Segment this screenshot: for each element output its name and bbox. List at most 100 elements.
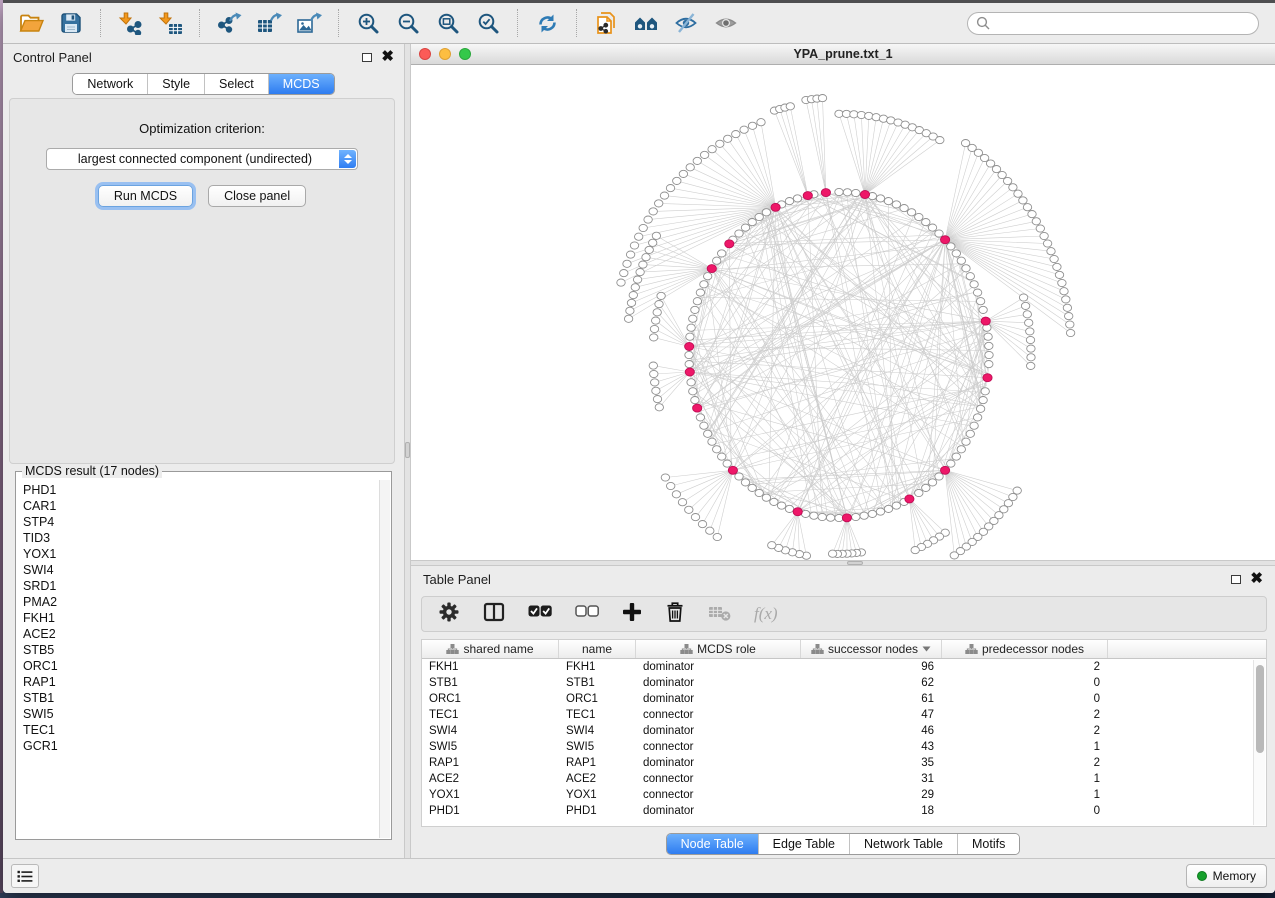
- graph-node[interactable]: [1019, 294, 1027, 301]
- graph-node[interactable]: [928, 224, 936, 231]
- tab-select[interactable]: Select: [204, 74, 268, 94]
- graph-node[interactable]: [826, 514, 834, 521]
- graph-node[interactable]: [698, 521, 706, 528]
- graph-node[interactable]: [865, 112, 873, 119]
- graph-node[interactable]: [620, 270, 628, 277]
- import-network-button[interactable]: [110, 6, 150, 40]
- graph-node[interactable]: [635, 233, 643, 240]
- table-settings-button[interactable]: [438, 601, 460, 628]
- graph-node[interactable]: [718, 250, 726, 257]
- graph-node[interactable]: [785, 198, 793, 205]
- graph-node[interactable]: [984, 333, 992, 340]
- graph-node[interactable]: [1025, 319, 1033, 326]
- zoom-out-button[interactable]: [388, 6, 428, 40]
- graph-node[interactable]: [935, 230, 943, 237]
- graph-node[interactable]: [631, 284, 639, 291]
- mcds-hub-node[interactable]: [728, 466, 737, 474]
- mcds-result-item[interactable]: TID3: [23, 530, 378, 546]
- graph-node[interactable]: [835, 188, 843, 195]
- graph-node[interactable]: [979, 397, 987, 404]
- graph-node[interactable]: [666, 185, 674, 192]
- mcds-result-item[interactable]: PHD1: [23, 482, 378, 498]
- graph-node[interactable]: [691, 514, 699, 521]
- graph-node[interactable]: [952, 453, 960, 460]
- zoom-fit-button[interactable]: [428, 6, 468, 40]
- mcds-hub-node[interactable]: [793, 508, 802, 516]
- graph-node[interactable]: [1003, 177, 1011, 184]
- zoom-selected-button[interactable]: [468, 6, 508, 40]
- mcds-hub-node[interactable]: [941, 466, 950, 474]
- graph-node[interactable]: [741, 479, 749, 486]
- export-network-button[interactable]: [209, 6, 249, 40]
- show-column-button[interactable]: [483, 602, 505, 627]
- graph-node[interactable]: [713, 257, 721, 264]
- graph-node[interactable]: [653, 396, 661, 403]
- graph-node[interactable]: [639, 224, 647, 231]
- graph-node[interactable]: [689, 388, 697, 395]
- graph-node[interactable]: [639, 261, 647, 268]
- scrollbar-thumb[interactable]: [1256, 665, 1264, 753]
- mcds-result-item[interactable]: STP4: [23, 514, 378, 530]
- graph-node[interactable]: [762, 494, 770, 501]
- graph-node[interactable]: [852, 189, 860, 196]
- graph-node[interactable]: [768, 542, 776, 549]
- graph-node[interactable]: [649, 362, 657, 369]
- graph-node[interactable]: [626, 251, 634, 258]
- graph-node[interactable]: [998, 171, 1006, 178]
- graph-node[interactable]: [1023, 311, 1031, 318]
- mcds-hub-node[interactable]: [685, 368, 694, 376]
- graph-node[interactable]: [1065, 313, 1073, 320]
- table-row[interactable]: ORC1ORC1dominator610: [422, 691, 1266, 707]
- find-button[interactable]: [626, 6, 666, 40]
- graph-node[interactable]: [868, 510, 876, 517]
- graph-node[interactable]: [1053, 263, 1061, 270]
- graph-node[interactable]: [700, 422, 708, 429]
- graph-node[interactable]: [818, 95, 826, 102]
- column-header-successor-nodes[interactable]: successor nodes: [801, 640, 942, 658]
- graph-node[interactable]: [685, 361, 693, 368]
- graph-node[interactable]: [652, 232, 660, 239]
- open-session-button[interactable]: [11, 6, 51, 40]
- graph-node[interactable]: [957, 257, 965, 264]
- graph-node[interactable]: [915, 213, 923, 220]
- refresh-button[interactable]: [527, 6, 567, 40]
- table-panel-close-icon[interactable]: ✖: [1250, 574, 1263, 584]
- table-row[interactable]: PHD1PHD1dominator180: [422, 803, 1266, 819]
- tab-network[interactable]: Network: [73, 74, 147, 94]
- graph-node[interactable]: [645, 246, 653, 253]
- graph-node[interactable]: [630, 242, 638, 249]
- graph-node[interactable]: [818, 513, 826, 520]
- graph-node[interactable]: [962, 265, 970, 272]
- mcds-hub-node[interactable]: [771, 203, 780, 211]
- graph-node[interactable]: [1032, 218, 1040, 225]
- graph-node[interactable]: [1014, 190, 1022, 197]
- graph-node[interactable]: [1009, 184, 1017, 191]
- network-titlebar[interactable]: YPA_prune.txt_1: [411, 44, 1275, 65]
- graph-node[interactable]: [1066, 321, 1074, 328]
- splitter-handle[interactable]: [847, 561, 863, 565]
- tab-motifs[interactable]: Motifs: [957, 834, 1019, 854]
- graph-node[interactable]: [691, 397, 699, 404]
- mcds-result-item[interactable]: SWI5: [23, 706, 378, 722]
- network-graph[interactable]: [411, 65, 1273, 560]
- graph-node[interactable]: [723, 460, 731, 467]
- mcds-result-item[interactable]: SRD1: [23, 578, 378, 594]
- mcds-hub-node[interactable]: [685, 343, 694, 351]
- graph-node[interactable]: [892, 502, 900, 509]
- control-panel-close-icon[interactable]: ✖: [381, 52, 394, 62]
- graph-node[interactable]: [757, 119, 765, 126]
- graph-node[interactable]: [1060, 288, 1068, 295]
- graph-node[interactable]: [748, 219, 756, 226]
- graph-node[interactable]: [735, 473, 743, 480]
- graph-node[interactable]: [1028, 211, 1036, 218]
- mcds-hub-node[interactable]: [725, 240, 734, 248]
- graph-node[interactable]: [713, 533, 721, 540]
- graph-node[interactable]: [667, 482, 675, 489]
- graph-node[interactable]: [1040, 232, 1048, 239]
- optimization-criterion-select[interactable]: largest connected component (undirected): [46, 148, 358, 170]
- table-panel-float-icon[interactable]: [1231, 575, 1241, 584]
- graph-node[interactable]: [966, 430, 974, 437]
- table-row[interactable]: YOX1YOX1connector291: [422, 787, 1266, 803]
- mcds-hub-node[interactable]: [941, 236, 950, 244]
- mcds-hub-node[interactable]: [803, 192, 812, 200]
